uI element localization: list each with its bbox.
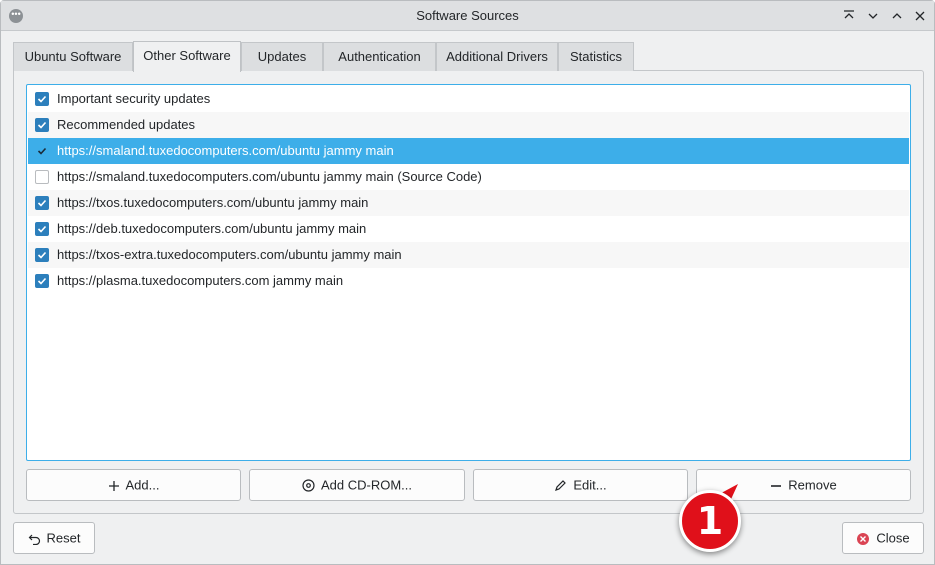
annotation-badge: 1 xyxy=(679,490,741,552)
maximize-icon[interactable] xyxy=(888,7,906,25)
close-circle-icon xyxy=(856,532,870,546)
source-checkbox[interactable] xyxy=(35,196,49,210)
close-button-label: Close xyxy=(876,530,910,546)
reset-button-label: Reset xyxy=(46,530,81,546)
source-checkbox[interactable] xyxy=(35,248,49,262)
minimize-icon[interactable] xyxy=(864,7,882,25)
add-cdrom-button[interactable]: Add CD-ROM... xyxy=(249,469,465,501)
source-label: https://smaland.tuxedocomputers.com/ubun… xyxy=(57,143,394,158)
remove-button-label: Remove xyxy=(788,477,837,493)
add-button-label: Add... xyxy=(125,477,160,493)
source-row[interactable]: Important security updates xyxy=(28,86,909,112)
source-checkbox[interactable] xyxy=(35,170,49,184)
titlebar: ••• Software Sources xyxy=(1,1,934,31)
source-checkbox[interactable] xyxy=(35,222,49,236)
sources-list[interactable]: Important security updates Recommended u… xyxy=(26,84,911,461)
source-checkbox[interactable] xyxy=(35,92,49,106)
reset-button[interactable]: Reset xyxy=(13,522,95,554)
source-checkbox[interactable] xyxy=(35,118,49,132)
add-cdrom-button-label: Add CD-ROM... xyxy=(320,477,412,493)
edit-button-label: Edit... xyxy=(573,477,607,493)
tab-additional-drivers[interactable]: Additional Drivers xyxy=(436,42,558,71)
source-label: https://deb.tuxedocomputers.com/ubuntu j… xyxy=(57,221,367,236)
tab-other-software[interactable]: Other Software xyxy=(133,41,241,72)
source-row[interactable]: Recommended updates xyxy=(28,112,909,138)
source-row-selected[interactable]: https://smaland.tuxedocomputers.com/ubun… xyxy=(28,138,909,164)
source-row[interactable]: https://txos-extra.tuxedocomputers.com/u… xyxy=(28,242,909,268)
tab-statistics[interactable]: Statistics xyxy=(558,42,634,71)
close-window-icon[interactable] xyxy=(911,7,929,25)
plus-icon xyxy=(108,480,120,492)
source-checkbox[interactable] xyxy=(35,274,49,288)
software-sources-window: ••• Software Sources Ubuntu Software Oth… xyxy=(0,0,935,565)
minus-icon xyxy=(770,480,782,492)
source-row[interactable]: https://plasma.tuxedocomputers.com jammy… xyxy=(28,268,909,294)
disc-icon xyxy=(302,479,315,492)
source-checkbox[interactable] xyxy=(35,144,49,158)
source-label: https://plasma.tuxedocomputers.com jammy… xyxy=(57,273,344,288)
source-label: https://smaland.tuxedocomputers.com/ubun… xyxy=(57,169,482,184)
close-button[interactable]: Close xyxy=(842,522,924,554)
keep-above-icon[interactable] xyxy=(840,7,858,25)
source-row[interactable]: https://deb.tuxedocomputers.com/ubuntu j… xyxy=(28,216,909,242)
source-label: https://txos.tuxedocomputers.com/ubuntu … xyxy=(57,195,369,210)
pencil-icon xyxy=(554,479,567,492)
source-label: https://txos-extra.tuxedocomputers.com/u… xyxy=(57,247,402,262)
window-title: Software Sources xyxy=(416,8,519,23)
edit-button[interactable]: Edit... xyxy=(473,469,688,501)
tab-authentication[interactable]: Authentication xyxy=(323,42,436,71)
add-button[interactable]: Add... xyxy=(26,469,241,501)
source-label: Recommended updates xyxy=(57,117,196,132)
tab-updates[interactable]: Updates xyxy=(241,42,323,71)
source-row[interactable]: https://smaland.tuxedocomputers.com/ubun… xyxy=(28,164,909,190)
source-label: Important security updates xyxy=(57,91,211,106)
tab-ubuntu-software[interactable]: Ubuntu Software xyxy=(13,42,133,71)
source-row[interactable]: https://txos.tuxedocomputers.com/ubuntu … xyxy=(28,190,909,216)
undo-icon xyxy=(28,532,41,546)
